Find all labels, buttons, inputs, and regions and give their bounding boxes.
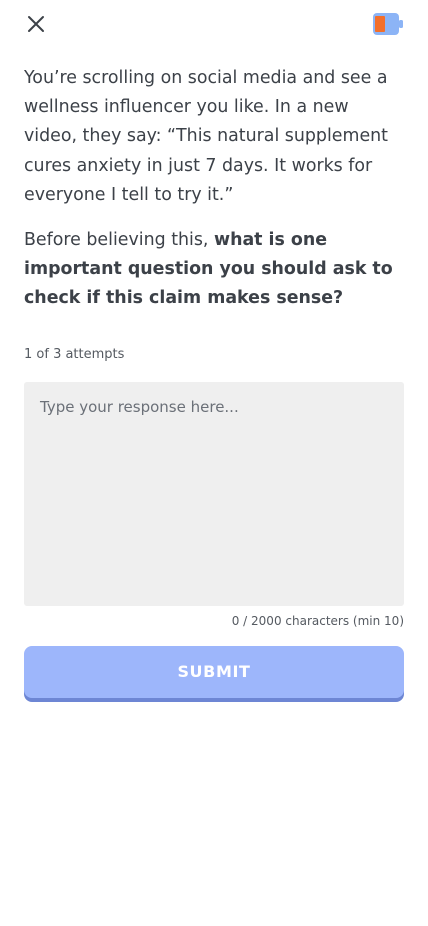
submit-button[interactable]: SUBMIT [24, 646, 404, 698]
question-prompt: You’re scrolling on social media and see… [24, 64, 406, 314]
close-icon [28, 16, 44, 32]
attempts-counter: 1 of 3 attempts [24, 347, 125, 362]
top-bar [0, 0, 428, 48]
response-input[interactable] [24, 382, 404, 606]
question-text: Before believing this, what is one impor… [24, 226, 406, 314]
scenario-text: You’re scrolling on social media and see… [24, 68, 388, 205]
battery-icon [372, 12, 403, 36]
question-lead: Before believing this, [24, 230, 214, 251]
close-button[interactable] [22, 10, 50, 38]
character-count: 0 / 2000 characters (min 10) [231, 614, 404, 628]
